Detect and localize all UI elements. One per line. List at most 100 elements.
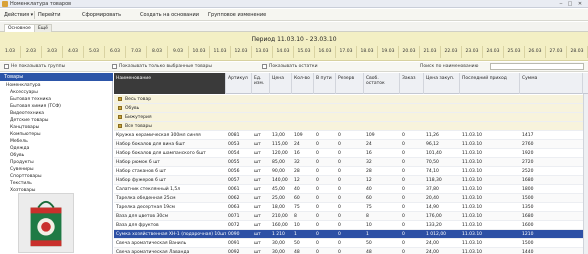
- period-day-cell[interactable]: 20.03: [399, 46, 420, 58]
- group-row[interactable]: Бижутерия: [114, 113, 588, 122]
- period-day-cell[interactable]: 1.03: [0, 46, 21, 58]
- column-header[interactable]: Кол-во: [292, 73, 314, 94]
- period-day-cell[interactable]: 8.03: [147, 46, 168, 58]
- group-row[interactable]: Все товары: [114, 122, 588, 131]
- table-row[interactable]: Набор бокалов для шампанского 6шт 0054 шт 1…: [114, 149, 588, 158]
- period-day-cell[interactable]: 18.03: [357, 46, 378, 58]
- vertical-scrollbar[interactable]: [583, 94, 588, 254]
- table-cell: шт: [254, 223, 261, 228]
- table-row[interactable]: Тарелка обеденная 25см 0062 шт 25,00 60 0 0 60 0…: [114, 194, 588, 203]
- period-day-cell[interactable]: 16.03: [315, 46, 336, 58]
- period-day-cell[interactable]: 25.03: [504, 46, 525, 58]
- table-cell: Тарелка десертная 19см: [116, 205, 175, 210]
- period-day-cell[interactable]: 9.03: [168, 46, 189, 58]
- period-day-cell[interactable]: 12.03: [231, 46, 252, 58]
- table-row[interactable]: Салатник стеклянный 1,5л 0061 шт 45,00 40 0 0 4…: [114, 185, 588, 194]
- table-cell: 1800: [522, 187, 534, 192]
- table-cell: 12: [294, 178, 300, 183]
- table-cell: 0: [338, 214, 341, 219]
- period-day-cell[interactable]: 21.03: [420, 46, 441, 58]
- group-edit-button[interactable]: Групповое изменение: [208, 12, 266, 18]
- period-day-cell[interactable]: 6.03: [105, 46, 126, 58]
- table-cell: Набор бокалов для шампанского 6шт: [116, 151, 206, 156]
- column-header[interactable]: Ед. изм.: [252, 73, 270, 94]
- table-row[interactable]: Набор бокалов для вина 6шт 0053 шт 115,00 24…: [114, 140, 588, 149]
- period-day-cell[interactable]: 14.03: [273, 46, 294, 58]
- period-day-cell[interactable]: 13.03: [252, 46, 273, 58]
- table-row[interactable]: Кружка керамическая 300мл синяя 0081 шт 13,…: [114, 131, 588, 140]
- period-day-cell[interactable]: 10.03: [189, 46, 210, 58]
- table-row[interactable]: Набор рюмок 6 шт 0055 шт 85,00 32 0 0 32 0 70,50 1…: [114, 158, 588, 167]
- table-cell: 0053: [228, 142, 240, 147]
- create-based-on-button[interactable]: Создать на основании: [140, 12, 199, 18]
- hide-groups-checkbox[interactable]: [4, 64, 9, 69]
- table-cell: 0: [316, 178, 319, 183]
- table-cell: 75: [366, 205, 372, 210]
- column-header[interactable]: Своб. остаток: [364, 73, 400, 94]
- table-row[interactable]: Тарелка десертная 19см 0063 шт 18,00 75 0 0 75 0…: [114, 203, 588, 212]
- group-row[interactable]: Обувь: [114, 104, 588, 113]
- table-cell: Набор стаканов 6 шт: [116, 169, 167, 174]
- actions-menu-button[interactable]: Действия ▾: [4, 12, 33, 18]
- search-input[interactable]: [490, 63, 584, 70]
- column-header[interactable]: Цена: [270, 73, 292, 94]
- period-day-cell[interactable]: 11.03: [210, 46, 231, 58]
- table-row[interactable]: Набор фужеров 6 шт 0057 шт 140,00 12 0 0 12 0 118…: [114, 176, 588, 185]
- table-row[interactable]: Ваза для цветов 30см 0071 шт 210,00 8 0 0 8 0 176…: [114, 212, 588, 221]
- table-row[interactable]: Ваза для фруктов 0072 шт 160,00 10 0 0 10 0 133,2…: [114, 221, 588, 230]
- table-cell: 0: [338, 250, 341, 254]
- period-day-cell[interactable]: 23.03: [462, 46, 483, 58]
- table-cell: 11.03.10: [462, 151, 483, 156]
- period-day-cell[interactable]: 3.03: [42, 46, 63, 58]
- table-cell: 0091: [228, 241, 240, 246]
- table-cell: 0: [316, 223, 319, 228]
- column-header[interactable]: Сумма: [520, 73, 583, 94]
- window-titlebar: Номенклатура товаров ‒ □ ✕: [0, 0, 588, 8]
- period-day-cell[interactable]: 27.03: [546, 46, 567, 58]
- period-day-cell[interactable]: 28.03: [567, 46, 588, 58]
- table-cell: Свеча ароматическая Ваниль: [116, 241, 187, 246]
- table-cell: Ваза для цветов 30см: [116, 214, 169, 219]
- column-header[interactable]: Заказ: [400, 73, 424, 94]
- tab-more[interactable]: Ещё: [34, 24, 52, 32]
- period-day-cell[interactable]: 26.03: [525, 46, 546, 58]
- period-day-cell[interactable]: 15.03: [294, 46, 315, 58]
- group-label: Бижутерия: [125, 115, 152, 120]
- table-row[interactable]: Набор стаканов 6 шт 0056 шт 90,00 28 0 0 28 0 74,…: [114, 167, 588, 176]
- period-day-cell[interactable]: 17.03: [336, 46, 357, 58]
- column-header[interactable]: Артикул: [226, 73, 252, 94]
- table-cell: Набор фужеров 6 шт: [116, 178, 167, 183]
- period-day-cell[interactable]: 22.03: [441, 46, 462, 58]
- table-cell: 0: [316, 250, 319, 254]
- table-cell: 50: [366, 241, 372, 246]
- products-table: Наименование Артикул Ед. изм. Цена Кол-во В п…: [114, 73, 588, 254]
- folder-icon: [118, 97, 122, 101]
- table-row[interactable]: Сумка хозяйственная ХН-1 (подарочная) 10…: [114, 230, 588, 239]
- show-stock-checkbox[interactable]: [262, 64, 267, 69]
- table-cell: шт: [254, 178, 261, 183]
- tab-main[interactable]: Основное: [4, 24, 35, 32]
- column-header[interactable]: В пути: [314, 73, 336, 94]
- minimize-icon[interactable]: ‒: [558, 1, 564, 7]
- table-cell: шт: [254, 142, 261, 147]
- table-cell: 10: [294, 223, 300, 228]
- period-day-cell[interactable]: 19.03: [378, 46, 399, 58]
- generate-button[interactable]: Сформировать: [82, 12, 121, 18]
- column-header[interactable]: Цена закуп.: [424, 73, 460, 94]
- close-icon[interactable]: ✕: [577, 1, 583, 7]
- period-day-cell[interactable]: 4.03: [63, 46, 84, 58]
- table-row[interactable]: Свеча ароматическая Ваниль 0091 шт 30,00 50 0…: [114, 239, 588, 248]
- goto-button[interactable]: Перейти: [38, 12, 61, 18]
- maximize-icon[interactable]: □: [567, 1, 573, 7]
- column-header[interactable]: Резерв: [336, 73, 364, 94]
- selected-only-checkbox[interactable]: [112, 64, 117, 69]
- table-row[interactable]: Свеча ароматическая Лаванда 0092 шт 30,00 48…: [114, 248, 588, 254]
- period-day-cell[interactable]: 2.03: [21, 46, 42, 58]
- period-day-cell[interactable]: 24.03: [483, 46, 504, 58]
- period-day-cell[interactable]: 7.03: [126, 46, 147, 58]
- group-row[interactable]: Весь товар: [114, 95, 588, 104]
- period-day-cell[interactable]: 5.03: [84, 46, 105, 58]
- column-header[interactable]: Последний приход: [460, 73, 520, 94]
- column-header[interactable]: Наименование: [114, 73, 226, 94]
- table-cell: шт: [254, 160, 261, 165]
